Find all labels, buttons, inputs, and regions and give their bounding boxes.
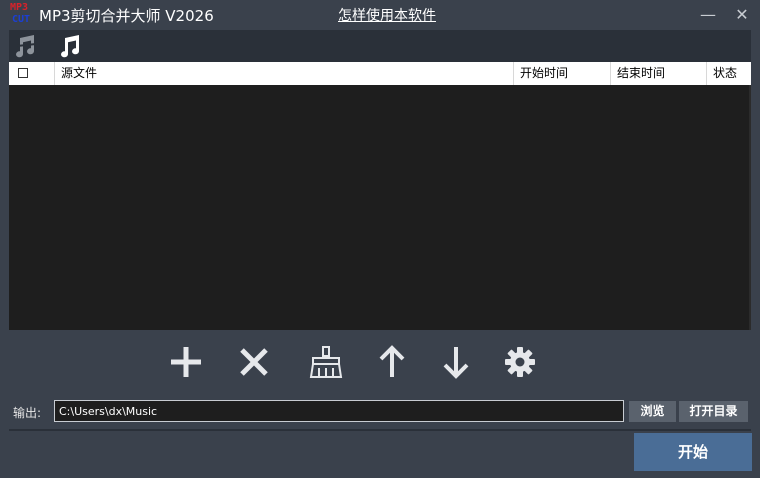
column-status[interactable]: 状态 [707,62,751,85]
table-header: 源文件 开始时间 结束时间 状态 [9,62,751,85]
close-window-button[interactable]: ✕ [731,4,753,26]
music-merge-icon[interactable] [57,34,83,58]
plus-icon[interactable] [168,344,204,380]
mode-toolbar [9,30,751,62]
file-table: 源文件 开始时间 结束时间 状态 [9,62,751,330]
app-title: MP3剪切合并大师 V2026 [39,7,214,25]
minimize-button[interactable]: — [697,4,719,26]
column-start-time[interactable]: 开始时间 [514,62,611,85]
close-icon[interactable] [236,344,272,380]
select-all-checkbox[interactable] [18,68,28,78]
app-logo-icon: MP3 CUT [10,2,38,28]
logo-line-2: CUT [12,14,31,25]
help-link[interactable]: 怎样使用本软件 [338,5,436,25]
broom-icon[interactable] [308,344,344,380]
output-label: 输出: [13,406,42,420]
gear-icon[interactable] [502,344,538,380]
arrow-down-icon[interactable] [438,344,474,380]
start-button[interactable]: 开始 [634,433,752,471]
table-body[interactable] [9,85,751,330]
open-directory-button[interactable]: 打开目录 [679,401,748,422]
column-end-time[interactable]: 结束时间 [611,62,707,85]
table-scroll-edge [749,85,751,330]
logo-line-1: MP3 [10,2,29,13]
browse-button[interactable]: 浏览 [629,401,676,422]
divider [9,429,751,431]
action-bar [9,330,751,394]
arrow-up-icon[interactable] [374,344,410,380]
title-bar: MP3 CUT MP3剪切合并大师 V2026 怎样使用本软件 — ✕ [0,0,760,30]
header-select-cell [9,62,55,85]
output-path-input[interactable] [54,400,624,422]
column-source-file[interactable]: 源文件 [55,62,514,85]
music-cut-icon[interactable] [12,34,38,58]
